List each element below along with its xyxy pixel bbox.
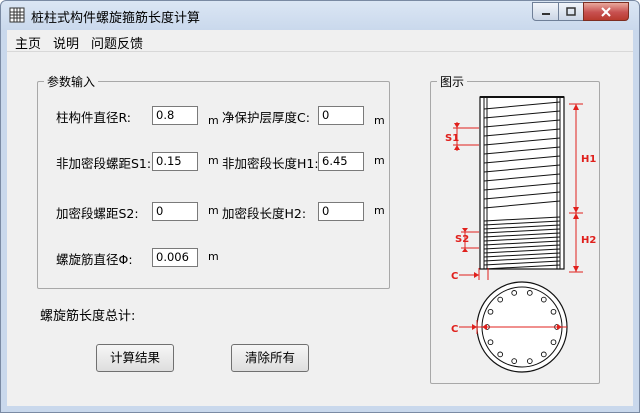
- h1-input[interactable]: 6.45: [318, 152, 364, 171]
- minimize-icon: [541, 12, 550, 15]
- clear-all-button[interactable]: 清除所有: [231, 344, 309, 372]
- minimize-button[interactable]: [532, 2, 559, 21]
- maximize-button[interactable]: [558, 2, 584, 21]
- rebar-diameter-unit: m: [208, 250, 219, 263]
- h2-input[interactable]: 0: [318, 202, 364, 221]
- h1-label: 非加密段长度H1:: [222, 156, 319, 171]
- window-title: 桩柱式构件螺旋箍筋长度计算: [31, 11, 201, 26]
- cover-input[interactable]: 0: [318, 106, 364, 125]
- calculate-button[interactable]: 计算结果: [96, 344, 174, 372]
- rebar-diameter-label: 螺旋筋直径Φ:: [56, 252, 133, 267]
- h2-label: 加密段长度H2:: [222, 206, 307, 221]
- c-tag-top: C: [451, 271, 458, 282]
- h1-unit: m: [374, 154, 385, 167]
- h1-tag: H1: [581, 154, 596, 165]
- menu-help[interactable]: 说明: [53, 33, 79, 52]
- s2-input[interactable]: 0: [152, 202, 198, 221]
- total-length-label: 螺旋筋长度总计:: [40, 309, 136, 324]
- h2-tag: H2: [581, 235, 596, 246]
- close-button[interactable]: [583, 2, 629, 21]
- s2-tag: S2: [455, 234, 469, 245]
- cover-unit: m: [374, 114, 385, 127]
- s1-unit: m: [208, 154, 219, 167]
- client-area: 参数输入 柱构件直径R: 0.8 m 净保护层厚度C: 0 m 非加密段螺距S1…: [7, 52, 633, 406]
- rebar-diameter-input[interactable]: 0.006: [152, 248, 198, 267]
- menu-bar: 主页 说明 问题反馈: [7, 30, 633, 52]
- params-group-title: 参数输入: [44, 73, 99, 90]
- params-groupbox: 参数输入 柱构件直径R: 0.8 m 净保护层厚度C: 0 m 非加密段螺距S1…: [37, 73, 390, 289]
- menu-home[interactable]: 主页: [15, 33, 41, 52]
- col-diameter-input[interactable]: 0.8: [152, 106, 198, 125]
- menu-feedback[interactable]: 问题反馈: [91, 33, 143, 52]
- c-tag-bottom: C: [451, 324, 458, 335]
- calculator-grid-icon: [9, 7, 25, 23]
- s1-input[interactable]: 0.15: [152, 152, 198, 171]
- s2-unit: m: [208, 204, 219, 217]
- s1-tag: S1: [445, 133, 459, 144]
- main-window: 桩柱式构件螺旋箍筋长度计算 主页 说明 问题反馈 参数输入 柱构件直径R: 0.…: [0, 0, 640, 413]
- close-icon: [601, 6, 611, 17]
- diagram-groupbox: 图示 S1 H1 S2 H2 C C: [430, 73, 600, 384]
- col-diameter-unit: m: [208, 114, 219, 127]
- maximize-icon: [566, 6, 576, 16]
- s2-label: 加密段螺距S2:: [56, 206, 139, 221]
- spiral-rebar-diagram: S1 H1 S2 H2 C C R: [445, 96, 596, 373]
- title-bar[interactable]: 桩柱式构件螺旋箍筋长度计算: [1, 1, 639, 29]
- h2-unit: m: [374, 204, 385, 217]
- col-diameter-label: 柱构件直径R:: [56, 110, 132, 125]
- s1-label: 非加密段螺距S1:: [56, 156, 152, 171]
- cover-label: 净保护层厚度C:: [222, 110, 310, 125]
